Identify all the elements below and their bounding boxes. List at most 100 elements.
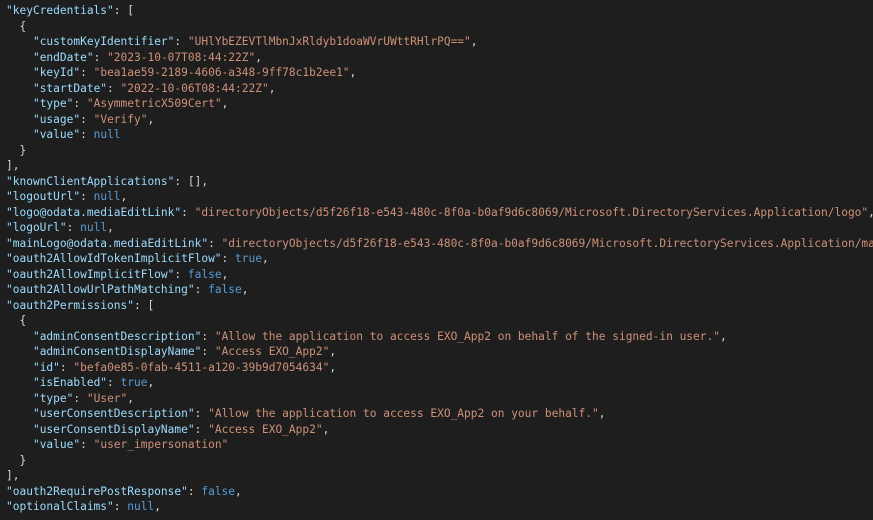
- json-key: "optionalClaims": [6, 500, 114, 513]
- json-string-value: "bea1ae59-2189-4606-a348-9ff78c1b2ee1": [93, 66, 350, 79]
- json-literal: false: [187, 267, 222, 281]
- code-line[interactable]: "keyId": "bea1ae59-2189-4606-a348-9ff78c…: [6, 65, 873, 81]
- json-punctuation: [6, 82, 33, 95]
- code-line[interactable]: "logo@odata.mediaEditLink": "directoryOb…: [6, 205, 873, 221]
- json-punctuation: : [],: [174, 174, 209, 188]
- code-line[interactable]: "knownClientApplications": [],: [6, 174, 873, 190]
- json-key: "adminConsentDescription": [32, 329, 202, 343]
- json-punctuation: :: [174, 267, 188, 281]
- code-line[interactable]: "logoutUrl": null,: [6, 189, 873, 205]
- json-punctuation: [6, 330, 33, 343]
- code-line[interactable]: "type": "User",: [6, 391, 873, 407]
- json-key: "adminConsentDisplayName": [32, 345, 202, 358]
- json-punctuation: :: [201, 329, 215, 343]
- code-line[interactable]: "mainLogo@odata.mediaEditLink": "directo…: [6, 236, 873, 252]
- code-line[interactable]: "endDate": "2023-10-07T08:44:22Z",: [6, 50, 873, 66]
- code-line[interactable]: "value": null: [6, 127, 873, 143]
- code-line[interactable]: "isEnabled": true,: [6, 375, 873, 391]
- code-line[interactable]: "logoUrl": null,: [6, 220, 873, 236]
- code-line[interactable]: }: [6, 143, 873, 159]
- code-line[interactable]: "userConsentDescription": "Allow the app…: [6, 406, 873, 422]
- json-punctuation: :: [181, 205, 195, 219]
- json-key: "oauth2Permissions": [6, 298, 134, 312]
- json-string-value: "2022-10-06T08:44:22Z": [120, 81, 269, 95]
- code-line[interactable]: "oauth2AllowIdTokenImplicitFlow": true,: [6, 251, 873, 267]
- json-punctuation: }: [6, 453, 27, 467]
- json-key: "isEnabled": [32, 376, 108, 389]
- code-line[interactable]: "value": "user_impersonation": [6, 437, 873, 453]
- code-line[interactable]: ],: [6, 158, 873, 174]
- json-punctuation: :: [73, 391, 87, 405]
- json-punctuation: :: [107, 81, 121, 95]
- json-key: "userConsentDisplayName": [32, 422, 195, 436]
- code-line[interactable]: ],: [6, 468, 873, 484]
- json-punctuation: :: [80, 438, 94, 451]
- json-editor[interactable]: "keyCredentials": [ { "customKeyIdentifi…: [0, 0, 873, 520]
- json-key: "value": [32, 128, 81, 141]
- json-punctuation: ,: [127, 391, 135, 405]
- json-key: "value": [32, 438, 81, 451]
- code-line[interactable]: {: [6, 19, 873, 35]
- code-line[interactable]: "type": "AsymmetricX509Cert",: [6, 96, 873, 112]
- json-key: "oauth2AllowIdTokenImplicitFlow": [6, 252, 222, 265]
- code-line[interactable]: "optionalClaims": null,: [6, 499, 873, 515]
- code-line[interactable]: }: [6, 453, 873, 469]
- json-key: "logoutUrl": [6, 190, 81, 203]
- json-punctuation: :: [66, 221, 81, 234]
- json-punctuation: [6, 376, 33, 389]
- json-punctuation: ,: [329, 360, 337, 374]
- code-line[interactable]: "usage": "Verify",: [6, 112, 873, 128]
- code-line[interactable]: {: [6, 313, 873, 329]
- json-punctuation: [6, 51, 33, 64]
- json-punctuation: ,: [868, 206, 873, 219]
- code-line[interactable]: "keyCredentials": [: [6, 3, 873, 19]
- json-string-value: "Access EXO_App2": [214, 345, 330, 358]
- json-punctuation: ],: [6, 159, 20, 172]
- code-line[interactable]: "oauth2AllowImplicitFlow": false,: [6, 267, 873, 283]
- json-punctuation: ,: [720, 329, 727, 343]
- json-punctuation: ,: [154, 500, 161, 513]
- json-punctuation: :: [208, 236, 222, 250]
- code-line[interactable]: "userConsentDisplayName": "Access EXO_Ap…: [6, 422, 873, 438]
- json-punctuation: [6, 35, 33, 48]
- json-punctuation: ,: [470, 35, 478, 48]
- json-key: "oauth2AllowUrlPathMatching": [6, 283, 195, 296]
- code-line[interactable]: "startDate": "2022-10-06T08:44:22Z",: [6, 81, 873, 97]
- code-line[interactable]: "oauth2Permissions": [: [6, 298, 873, 314]
- json-punctuation: :: [59, 360, 74, 374]
- json-punctuation: [6, 113, 33, 126]
- json-string-value: "AsymmetricX509Cert": [86, 97, 222, 110]
- json-string-value: "directoryObjects/d5f26f18-e543-480c-8f0…: [221, 236, 873, 250]
- json-punctuation: :: [194, 283, 209, 296]
- json-punctuation: :: [107, 376, 121, 389]
- json-punctuation: ,: [322, 422, 330, 436]
- json-key: "id": [32, 360, 60, 374]
- json-punctuation: :: [113, 500, 128, 513]
- json-string-value: "Allow the application to access EXO_App…: [208, 407, 599, 420]
- json-punctuation: ],: [6, 469, 20, 482]
- code-content[interactable]: "keyCredentials": [ { "customKeyIdentifi…: [6, 3, 873, 515]
- code-line[interactable]: "id": "befa0e85-0fab-4511-a120-39b9d7054…: [6, 360, 873, 376]
- code-line[interactable]: "adminConsentDescription": "Allow the ap…: [6, 329, 873, 345]
- json-punctuation: [6, 423, 33, 436]
- json-punctuation: ,: [241, 283, 249, 296]
- json-literal: null: [80, 221, 108, 234]
- json-key: "endDate": [32, 50, 94, 64]
- json-punctuation: :: [194, 422, 209, 436]
- json-punctuation: :: [194, 407, 209, 420]
- json-punctuation: [6, 361, 33, 374]
- json-punctuation: :: [80, 66, 94, 79]
- json-punctuation: :: [73, 97, 87, 110]
- json-punctuation: :: [93, 50, 108, 64]
- code-line[interactable]: "customKeyIdentifier": "UHlYbEZEVTlMbnJx…: [6, 34, 873, 50]
- code-line[interactable]: "oauth2RequirePostResponse": false,: [6, 484, 873, 500]
- json-punctuation: }: [6, 143, 27, 157]
- code-line[interactable]: "adminConsentDisplayName": "Access EXO_A…: [6, 344, 873, 360]
- json-punctuation: ,: [235, 484, 242, 498]
- json-literal: true: [120, 376, 148, 389]
- json-string-value: "Verify": [93, 112, 148, 126]
- code-line[interactable]: "oauth2AllowUrlPathMatching": false,: [6, 282, 873, 298]
- json-punctuation: [6, 345, 33, 358]
- json-punctuation: ,: [120, 190, 128, 203]
- json-punctuation: :: [201, 345, 215, 358]
